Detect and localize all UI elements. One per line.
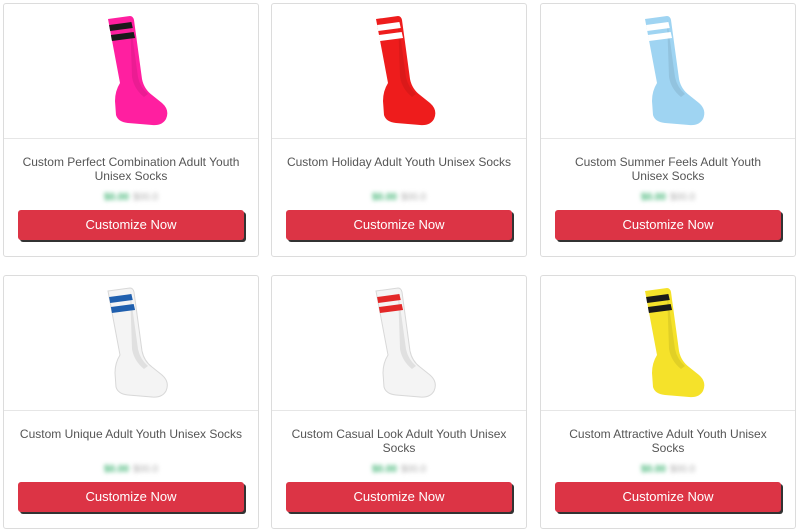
red-sock-icon: [376, 16, 436, 126]
regular-price: $00.0: [401, 192, 427, 203]
customize-now-button[interactable]: Customize Now: [555, 482, 781, 512]
product-price: $0.00 $00.0: [541, 187, 795, 203]
product-price: $0.00 $00.0: [541, 459, 795, 475]
product-title[interactable]: Custom Unique Adult Youth Unisex Socks: [4, 427, 258, 455]
product-image[interactable]: [4, 276, 258, 411]
customize-now-button[interactable]: Customize Now: [18, 482, 244, 512]
product-price: $0.00 $00.0: [272, 459, 526, 475]
regular-price: $00.0: [133, 464, 159, 475]
regular-price: $00.0: [401, 464, 427, 475]
sale-price: $0.00: [103, 192, 129, 203]
product-card[interactable]: Custom Perfect Combination Adult Youth U…: [3, 3, 259, 257]
customize-now-button[interactable]: Customize Now: [286, 210, 512, 240]
product-card[interactable]: Custom Summer Feels Adult Youth Unisex S…: [540, 3, 796, 257]
regular-price: $00.0: [133, 192, 159, 203]
product-title[interactable]: Custom Summer Feels Adult Youth Unisex S…: [541, 155, 795, 183]
regular-price: $00.0: [670, 192, 696, 203]
product-card[interactable]: Custom Holiday Adult Youth Unisex Socks …: [271, 3, 527, 257]
product-title[interactable]: Custom Casual Look Adult Youth Unisex So…: [272, 427, 526, 455]
product-title[interactable]: Custom Perfect Combination Adult Youth U…: [4, 155, 258, 183]
customize-now-button[interactable]: Customize Now: [18, 210, 244, 240]
product-card[interactable]: Custom Casual Look Adult Youth Unisex So…: [271, 275, 527, 529]
product-price: $0.00 $00.0: [4, 459, 258, 475]
pink-sock-icon: [108, 16, 168, 126]
product-price: $0.00 $00.0: [272, 187, 526, 203]
regular-price: $00.0: [670, 464, 696, 475]
customize-now-button[interactable]: Customize Now: [286, 482, 512, 512]
yellow-sock-icon: [645, 288, 705, 398]
white-red-stripe-sock-icon: [375, 287, 436, 398]
sale-price: $0.00: [103, 464, 129, 475]
product-card[interactable]: Custom Attractive Adult Youth Unisex Soc…: [540, 275, 796, 529]
light-blue-sock-icon: [645, 16, 705, 126]
sale-price: $0.00: [640, 192, 666, 203]
customize-now-button[interactable]: Customize Now: [555, 210, 781, 240]
sale-price: $0.00: [371, 464, 397, 475]
product-image[interactable]: [272, 276, 526, 411]
product-price: $0.00 $00.0: [4, 187, 258, 203]
product-card[interactable]: Custom Unique Adult Youth Unisex Socks $…: [3, 275, 259, 529]
product-image[interactable]: [4, 4, 258, 139]
sale-price: $0.00: [640, 464, 666, 475]
product-title[interactable]: Custom Attractive Adult Youth Unisex Soc…: [541, 427, 795, 455]
product-image[interactable]: [541, 276, 795, 411]
sale-price: $0.00: [371, 192, 397, 203]
product-image[interactable]: [272, 4, 526, 139]
product-image[interactable]: [541, 4, 795, 139]
product-title[interactable]: Custom Holiday Adult Youth Unisex Socks: [272, 155, 526, 183]
white-blue-stripe-sock-icon: [107, 287, 168, 398]
